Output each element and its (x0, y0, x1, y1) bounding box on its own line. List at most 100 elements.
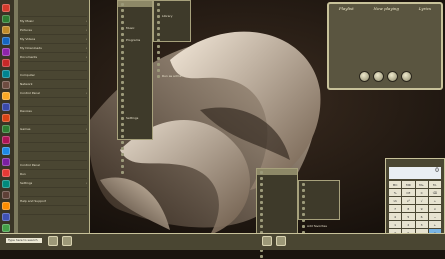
start-menu-item[interactable] (20, 8, 87, 17)
file-explorer-icon[interactable] (62, 236, 72, 246)
calculator-key[interactable]: ⅟x (389, 197, 402, 204)
app-icon[interactable] (2, 103, 10, 111)
app-icon[interactable] (2, 37, 10, 45)
play-button[interactable] (372, 71, 384, 82)
app-icon[interactable] (2, 125, 10, 133)
calculator-key[interactable]: CE (402, 189, 415, 196)
calculator-key[interactable]: x² (402, 197, 415, 204)
task-view-icon[interactable] (48, 236, 58, 246)
taskbar-app-icon[interactable] (262, 236, 272, 246)
calculator-key[interactable]: 2 (402, 221, 415, 228)
start-menu-item[interactable]: Devices (20, 107, 87, 116)
app-icon[interactable] (2, 180, 10, 188)
app-icon[interactable] (2, 213, 10, 221)
taskbar: Type here to search (0, 233, 445, 250)
app-icon[interactable] (2, 158, 10, 166)
calculator-key[interactable]: 9 (415, 205, 428, 212)
app-icon[interactable] (2, 15, 10, 23)
start-menu-item[interactable] (20, 206, 87, 215)
app-icon[interactable] (2, 136, 10, 144)
calculator-key[interactable]: √ (415, 197, 428, 204)
app-icon[interactable] (2, 4, 10, 12)
menu-item[interactable] (257, 253, 297, 259)
app-icon[interactable] (2, 26, 10, 34)
menu-item-icon (121, 74, 124, 78)
menu-item-icon (157, 26, 160, 30)
calculator-key[interactable]: 8 (402, 205, 415, 212)
search-input[interactable]: Type here to search (6, 238, 42, 243)
start-menu-item[interactable] (20, 98, 87, 107)
menu-item-icon (121, 158, 124, 162)
calculator-key[interactable]: 5 (402, 213, 415, 220)
start-menu-item[interactable]: Control Panel (20, 161, 87, 170)
menu-item-icon (121, 146, 124, 150)
start-menu-item[interactable] (20, 143, 87, 152)
taskbar-app-icon[interactable] (276, 236, 286, 246)
app-icon[interactable] (2, 48, 10, 56)
calculator-key[interactable]: ⌫ (428, 189, 441, 196)
stop-button[interactable] (386, 71, 398, 82)
start-menu-item[interactable] (20, 62, 87, 71)
calculator-key[interactable]: C (415, 189, 428, 196)
app-icon[interactable] (2, 224, 10, 232)
start-menu-item[interactable] (20, 134, 87, 143)
start-menu-item[interactable]: My Music › (20, 17, 87, 26)
app-icon[interactable] (2, 81, 10, 89)
previous-button[interactable] (358, 71, 370, 82)
start-menu-item[interactable]: My Videos › (20, 35, 87, 44)
app-icon[interactable] (2, 169, 10, 177)
calculator-key[interactable]: MC (389, 181, 402, 188)
tab-lyrics[interactable]: Lyrics (419, 6, 431, 11)
menu-item-icon (260, 212, 263, 216)
start-menu-item[interactable] (20, 152, 87, 161)
app-icon[interactable] (2, 114, 10, 122)
start-menu-item[interactable]: Games › (20, 125, 87, 134)
tab-now-playing[interactable]: Now playing (373, 6, 399, 11)
calculator-keypad: MCMRM+M-%CEC⌫⅟xx²√÷789×456−123+±0.= (389, 181, 441, 236)
app-icon[interactable] (2, 191, 10, 199)
start-menu-item[interactable]: Control Panel › (20, 89, 87, 98)
app-icon[interactable] (2, 202, 10, 210)
calculator-key[interactable]: 3 (415, 221, 428, 228)
start-menu-item-label: Network (20, 82, 33, 86)
menu-item-icon (157, 56, 160, 60)
calculator-key[interactable]: % (389, 189, 402, 196)
media-player: Playlist Now playing Lyrics (327, 2, 443, 90)
menu-item[interactable] (118, 169, 152, 175)
start-menu-item[interactable]: Computer (20, 71, 87, 80)
app-icon[interactable] (2, 70, 10, 78)
start-menu-item[interactable]: Run (20, 170, 87, 179)
start-menu-item[interactable] (20, 188, 87, 197)
calculator-key[interactable]: 6 (415, 213, 428, 220)
menu-item-icon (302, 218, 305, 222)
calculator-key[interactable]: + (428, 221, 441, 228)
menu-item-icon (121, 140, 124, 144)
calculator-key[interactable]: M- (428, 181, 441, 188)
chevron-right-icon: › (85, 37, 87, 41)
app-icon[interactable] (2, 92, 10, 100)
menu-item-icon (302, 200, 305, 204)
tab-playlist[interactable]: Playlist (339, 6, 354, 11)
menu-item[interactable]: Run as admin (154, 73, 190, 79)
calculator-key[interactable]: MR (402, 181, 415, 188)
calculator-key[interactable]: × (428, 205, 441, 212)
start-menu-item[interactable]: Pictures › (20, 26, 87, 35)
app-icon[interactable] (2, 59, 10, 67)
app-icon[interactable] (2, 147, 10, 155)
start-menu-item[interactable]: Help and Support (20, 197, 87, 206)
calculator-key[interactable]: − (428, 213, 441, 220)
calculator-key[interactable]: ÷ (428, 197, 441, 204)
next-button[interactable] (400, 71, 412, 82)
start-menu-item[interactable]: Documents › (20, 53, 87, 62)
menu-item-icon (260, 206, 263, 210)
calculator-key[interactable]: 1 (389, 221, 402, 228)
start-menu-item[interactable]: Network (20, 80, 87, 89)
start-menu-item[interactable] (20, 116, 87, 125)
calculator-key[interactable]: 4 (389, 213, 402, 220)
calculator-key[interactable]: 7 (389, 205, 402, 212)
calculator-key[interactable]: M+ (415, 181, 428, 188)
menu-item-icon (121, 110, 124, 114)
playlist-track[interactable] (337, 50, 433, 54)
start-menu-item[interactable]: My Downloads › (20, 44, 87, 53)
start-menu-item[interactable]: Settings › (20, 179, 87, 188)
